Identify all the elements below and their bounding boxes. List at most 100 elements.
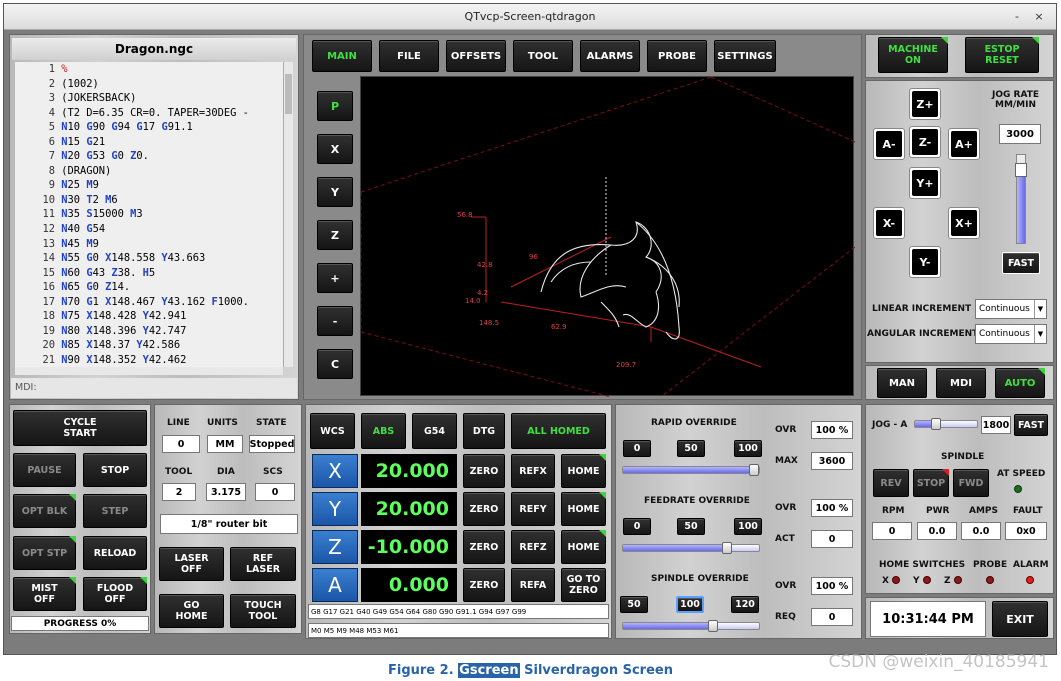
touch-tool-button[interactable]: TOUCH TOOL	[230, 594, 296, 628]
spindle-override-100-button[interactable]: 100	[676, 596, 704, 613]
gcode-line[interactable]: 21 N90 X148.352 Y42.462	[15, 353, 285, 367]
jog-a-fast-button[interactable]: FAST	[1014, 414, 1048, 436]
gcode-scrollbar[interactable]	[283, 62, 293, 367]
spindle-override-120-button[interactable]: 120	[731, 596, 759, 613]
gcode-preview[interactable]: 56.8 42.8 14.0 4.2 148.5 62.9 209.7 96	[360, 76, 855, 397]
zero-y-button[interactable]: ZERO	[463, 492, 505, 526]
jog-rate-handle[interactable]	[1015, 163, 1027, 177]
zero-x-button[interactable]: ZERO	[463, 454, 505, 488]
jog-a-value[interactable]: 1800	[981, 416, 1011, 434]
rapid-override-50-button[interactable]: 50	[677, 440, 705, 457]
gcode-line[interactable]: 2 (1002)	[15, 77, 285, 92]
angular-increment-select[interactable]: Continuous ▼	[975, 324, 1047, 344]
jog-a-handle[interactable]	[930, 418, 941, 430]
x-minus-jog-button[interactable]: X-	[873, 207, 905, 239]
gcode-editor[interactable]: 1 % 2 (1002) 3 (JOKERSBACK) 4 (T2 D=6.35 CR…	[15, 62, 285, 367]
ref-z-button[interactable]: REFZ	[511, 530, 555, 564]
a-plus-jog-button[interactable]: A+	[948, 128, 980, 160]
scroll-thumb[interactable]	[285, 74, 292, 114]
gcode-line[interactable]: 18 N75 X148.428 Y42.941	[15, 309, 285, 324]
rapid-override-100-button[interactable]: 100	[734, 440, 762, 457]
gcode-line[interactable]: 20 N85 X148.37 Y42.586	[15, 338, 285, 353]
minimize-button[interactable]: -	[1008, 4, 1026, 30]
gcode-line[interactable]: 4 (T2 D=6.35 CR=0. TAPER=30DEG -	[15, 106, 285, 121]
x-plus-jog-button[interactable]: X+	[948, 207, 980, 239]
gcode-line[interactable]: 15 N60 G43 Z38. H5	[15, 266, 285, 281]
cycle-start-button[interactable]: CYCLE START	[13, 410, 147, 446]
jog-rate-input[interactable]: 3000	[999, 124, 1041, 144]
feed-override-50-button[interactable]: 50	[677, 518, 705, 535]
ref-laser-button[interactable]: REF LASER	[230, 547, 296, 581]
tab-offsets[interactable]: OFFSETS	[446, 40, 506, 72]
view-y-button[interactable]: Y	[317, 177, 353, 207]
close-button[interactable]: ×	[1030, 4, 1048, 30]
rapid-override-slider[interactable]	[622, 464, 760, 476]
ref-x-button[interactable]: REFX	[511, 454, 555, 488]
exit-button[interactable]: EXIT	[992, 601, 1048, 637]
gcode-line[interactable]: 1 %	[15, 62, 285, 77]
gcode-line[interactable]: 16 N65 G0 Z14.	[15, 280, 285, 295]
view-p-button[interactable]: P	[317, 91, 353, 121]
a-minus-jog-button[interactable]: A-	[873, 128, 905, 160]
mode-mdi-button[interactable]: MDI	[936, 368, 986, 398]
spindle-fwd-button[interactable]: FWD	[953, 469, 989, 497]
mode-man-button[interactable]: MAN	[877, 368, 927, 398]
gcode-line[interactable]: 11 N35 S15000 M3	[15, 207, 285, 222]
mdi-input[interactable]: MDI:	[11, 378, 297, 398]
jog-rate-slider[interactable]	[1015, 154, 1027, 244]
spindle-override-handle[interactable]	[708, 620, 719, 632]
gcode-line[interactable]: 19 N80 X148.396 Y42.747	[15, 324, 285, 339]
stop-button[interactable]: STOP	[83, 453, 147, 487]
estop-reset-button[interactable]: ESTOP RESET	[965, 37, 1039, 73]
view-z-button[interactable]: Z	[317, 220, 353, 250]
jog-a-slider[interactable]	[914, 418, 978, 430]
gcode-line[interactable]: 10 N30 T2 M6	[15, 193, 285, 208]
tab-probe[interactable]: PROBE	[647, 40, 707, 72]
gcode-line[interactable]: 8 (DRAGON)	[15, 164, 285, 179]
y-plus-jog-button[interactable]: Y+	[909, 167, 941, 199]
tab-main[interactable]: MAIN	[312, 40, 372, 72]
gcode-line[interactable]: 14 N55 G0 X148.558 Y43.663	[15, 251, 285, 266]
mist-button[interactable]: MIST OFF	[13, 577, 76, 611]
wcs-button[interactable]: WCS	[310, 413, 355, 449]
gcode-line[interactable]: 3 (JOKERSBACK)	[15, 91, 285, 106]
zoom-in-button[interactable]: +	[317, 263, 353, 293]
abs-button[interactable]: ABS	[361, 413, 406, 449]
tab-file[interactable]: FILE	[379, 40, 439, 72]
gcode-line[interactable]: 7 N20 G53 G0 Z0.	[15, 149, 285, 164]
feed-override-handle[interactable]	[721, 542, 732, 554]
g54-button[interactable]: G54	[412, 413, 457, 449]
opt-stp-button[interactable]: OPT STP	[13, 536, 76, 570]
zero-a-button[interactable]: ZERO	[463, 568, 505, 602]
tab-alarms[interactable]: ALARMS	[580, 40, 640, 72]
spindle-rev-button[interactable]: REV	[873, 469, 909, 497]
dtg-button[interactable]: DTG	[463, 413, 505, 449]
rapid-override-handle[interactable]	[749, 464, 759, 476]
gcode-line[interactable]: 17 N70 G1 X148.467 Y43.162 F1000.	[15, 295, 285, 310]
feed-override-100-button[interactable]: 100	[734, 518, 762, 535]
spindle-override-slider[interactable]	[622, 620, 760, 632]
tab-settings[interactable]: SETTINGS	[714, 40, 776, 72]
zero-z-button[interactable]: ZERO	[463, 530, 505, 564]
flood-button[interactable]: FLOOD OFF	[83, 577, 147, 611]
z-plus-jog-button[interactable]: Z+	[909, 88, 941, 120]
y-minus-jog-button[interactable]: Y-	[909, 246, 941, 278]
zoom-out-button[interactable]: -	[317, 306, 353, 336]
ref-y-button[interactable]: REFY	[511, 492, 555, 526]
ref-a-button[interactable]: REFA	[511, 568, 555, 602]
linear-increment-select[interactable]: Continuous ▼	[975, 299, 1047, 319]
z-minus-jog-button[interactable]: Z-	[909, 126, 941, 158]
opt-blk-button[interactable]: OPT BLK	[13, 494, 76, 528]
gcode-line[interactable]: 6 N15 G21	[15, 135, 285, 150]
gcode-line[interactable]: 5 N10 G90 G94 G17 G91.1	[15, 120, 285, 135]
jog-fast-button[interactable]: FAST	[1002, 252, 1040, 274]
gcode-line[interactable]: 9 N25 M9	[15, 178, 285, 193]
view-x-button[interactable]: X	[317, 134, 353, 164]
laser-off-button[interactable]: LASER OFF	[159, 547, 224, 581]
tab-tool[interactable]: TOOL	[513, 40, 573, 72]
feed-override-0-button[interactable]: 0	[623, 518, 651, 535]
goto-zero-button[interactable]: GO TO ZERO	[561, 568, 606, 602]
go-home-button[interactable]: GO HOME	[159, 594, 224, 628]
reload-button[interactable]: RELOAD	[83, 536, 147, 570]
step-button[interactable]: STEP	[83, 494, 147, 528]
